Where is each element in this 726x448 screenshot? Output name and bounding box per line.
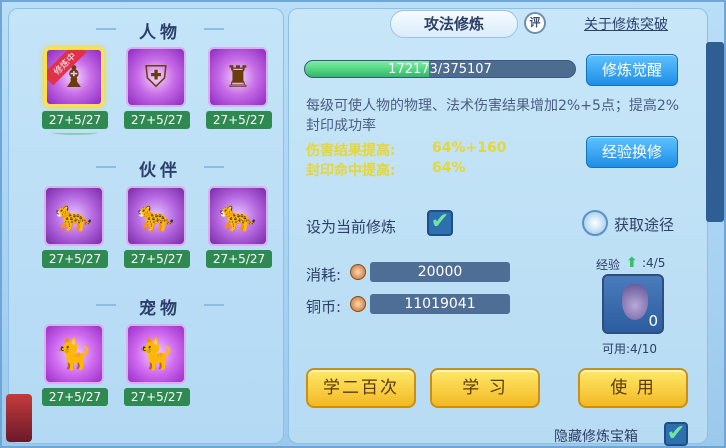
- pet-sword-icon: 🐈: [44, 324, 104, 384]
- hide-chest-label: 隐藏修炼宝箱: [554, 429, 638, 445]
- section-title-partner: 伙伴: [96, 156, 224, 181]
- vase-icon: [622, 284, 648, 320]
- seal-stat-value: 64%: [432, 160, 466, 176]
- pet-shield-icon: 🐈: [126, 324, 186, 384]
- learn-200-button[interactable]: 学二百次: [306, 368, 416, 408]
- skill-partner-3[interactable]: 🐆 27+5/27: [206, 186, 272, 274]
- window-frame: 人物 ♝ 修炼中 27+5/27 ⛨ 27+5/27 ♜ 27+5/27 伙伴 …: [0, 0, 726, 448]
- section-title-pet: 宠物: [96, 294, 224, 319]
- copper-value: 11019041: [370, 294, 510, 314]
- section-title-character: 人物: [96, 18, 224, 43]
- exchange-exp-button[interactable]: 经验换修: [586, 136, 678, 168]
- tab-attack-training[interactable]: 攻法修炼: [390, 10, 518, 38]
- skill-character-2[interactable]: ⛨ 27+5/27: [124, 47, 190, 135]
- use-button[interactable]: 使 用: [578, 368, 688, 408]
- skill-level: 27+5/27: [124, 388, 190, 406]
- skill-level: 27+5/27: [124, 250, 190, 268]
- skill-partner-2[interactable]: 🐆 27+5/27: [124, 186, 190, 274]
- obtain-link[interactable]: 获取途径: [614, 214, 674, 235]
- damage-stat-value: 64%+160: [432, 140, 507, 156]
- item-count: 0: [648, 312, 658, 330]
- side-strip: [706, 42, 724, 222]
- obtain-icon[interactable]: [582, 210, 608, 236]
- damage-stat-label: 伤害结果提高:: [306, 143, 396, 159]
- awaken-button[interactable]: 修炼觉醒: [586, 54, 678, 86]
- skill-level: 27+5/27: [42, 111, 108, 129]
- set-current-checkbox[interactable]: ✔: [427, 210, 453, 236]
- learn-button[interactable]: 学 习: [430, 368, 540, 408]
- skill-description: 每级可使人物的物理、法术伤害结果增加2%+5点；提高2%封印成功率: [306, 98, 680, 134]
- item-available: 可用:4/10: [602, 342, 657, 356]
- skill-level: 27+5/27: [42, 250, 108, 268]
- exp-progress-text: 172173/375107: [388, 62, 492, 77]
- training-item-slot[interactable]: 0: [602, 274, 664, 334]
- beast-claw-icon: 🐆: [208, 186, 268, 246]
- beast-sword-icon: 🐆: [44, 186, 104, 246]
- skill-level: 27+5/27: [42, 388, 108, 406]
- skill-character-3[interactable]: ♜ 27+5/27: [206, 47, 272, 135]
- skill-level: 27+5/27: [206, 111, 272, 129]
- set-current-label: 设为当前修炼: [306, 218, 397, 236]
- skill-level: 27+5/27: [124, 111, 190, 129]
- check-icon: ✔: [430, 209, 450, 234]
- copper-label: 铜币:: [306, 298, 342, 316]
- coin-icon: [350, 296, 366, 312]
- up-arrow-icon: ⬆: [626, 255, 638, 271]
- exp-value: :4/5: [642, 256, 666, 270]
- armor-icon: ⛨: [126, 47, 186, 107]
- consume-label: 消耗:: [306, 266, 342, 284]
- skill-pet-2[interactable]: 🐈 27+5/27: [124, 324, 190, 412]
- warrior-icon: ♜: [208, 47, 268, 107]
- rate-button[interactable]: 评: [524, 12, 546, 34]
- skill-pet-1[interactable]: 🐈 27+5/27: [42, 324, 108, 412]
- skill-level: 27+5/27: [206, 250, 272, 268]
- beast-shield-icon: 🐆: [126, 186, 186, 246]
- skill-character-1[interactable]: ♝ 修炼中 27+5/27: [42, 47, 108, 135]
- exp-progress-bar: 172173/375107: [304, 60, 576, 78]
- flag-decoration: [6, 394, 32, 442]
- coin-icon: [350, 264, 366, 280]
- hide-chest-checkbox[interactable]: ✔: [664, 422, 688, 446]
- seal-stat-label: 封印命中提高:: [306, 163, 396, 179]
- consume-value: 20000: [370, 262, 510, 282]
- exp-label: 经验: [596, 258, 621, 272]
- skill-partner-1[interactable]: 🐆 27+5/27: [42, 186, 108, 274]
- bell-icon: ♝ 修炼中: [44, 47, 104, 107]
- about-breakthrough-link[interactable]: 关于修炼突破: [584, 14, 668, 34]
- check-icon: ✔: [666, 421, 686, 446]
